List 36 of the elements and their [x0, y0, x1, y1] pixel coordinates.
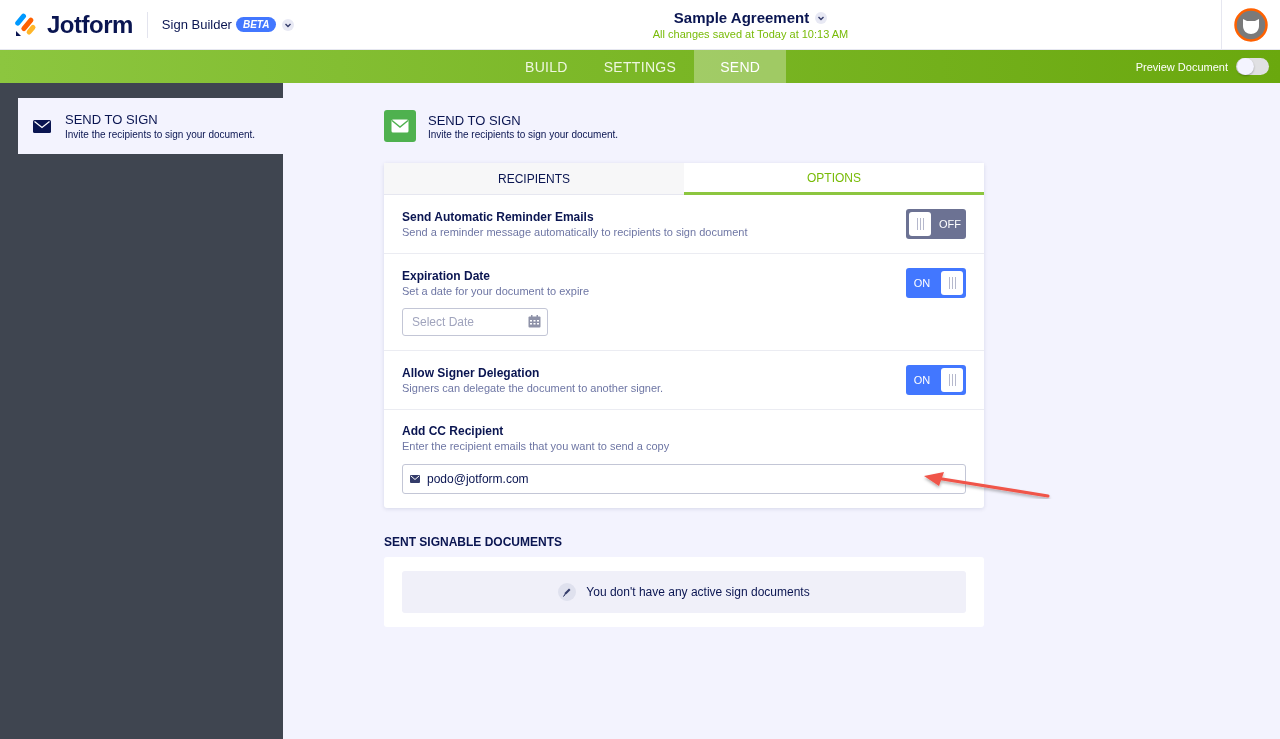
toggle-switch[interactable]: ON [906, 268, 966, 298]
sidebar-item-subtitle: Invite the recipients to sign your document. [65, 129, 256, 140]
section-subtitle: Invite the recipients to sign your document. [428, 128, 619, 140]
option-description: Signers can delegate the document to another signer. [402, 382, 664, 394]
option-description: Enter the recipient emails that you want to send a copy [402, 440, 670, 452]
panel-tab[interactable]: RECIPIENTS [384, 163, 684, 195]
section-heading: SENT SIGNABLE DOCUMENTS [384, 535, 562, 549]
calendar-icon[interactable] [528, 315, 541, 328]
date-field[interactable]: Select Date [402, 308, 548, 336]
panel-tab[interactable]: OPTIONS [684, 163, 984, 195]
chevron-down-icon[interactable] [815, 11, 828, 24]
option-title: Send Automatic Reminder Emails [402, 210, 595, 224]
avatar-icon[interactable] [1234, 7, 1268, 42]
pen-icon [558, 583, 577, 601]
chevron-down-icon[interactable] [282, 18, 295, 31]
option-description: Set a date for your document to expire [402, 285, 590, 297]
preview-label: Preview Document [1135, 60, 1228, 73]
preview-toggle[interactable] [1236, 58, 1269, 75]
toggle-switch[interactable]: ON [906, 365, 966, 395]
product-name[interactable]: Sign Builder [161, 17, 232, 32]
section-title: SEND TO SIGN [428, 112, 522, 128]
email-field[interactable]: podo@jotform.com [402, 464, 966, 494]
option-title: Expiration Date [402, 269, 492, 283]
document-title[interactable]: Sample Agreement [673, 9, 810, 26]
logo-wordmark[interactable]: Jotform [47, 10, 133, 39]
option-title: Add CC Recipient [402, 424, 505, 438]
option-title: Allow Signer Delegation [402, 366, 541, 380]
empty-message: You don't have any active sign documents [586, 585, 810, 599]
envelope-icon [33, 119, 51, 133]
envelope-icon [384, 110, 416, 142]
beta-badge: BETA [235, 17, 277, 32]
save-status: All changes saved at Today at 10:13 AM [652, 28, 849, 40]
sidebar-item-title: SEND TO SIGN [65, 112, 159, 127]
toggle-switch[interactable]: OFF [906, 209, 966, 239]
option-description: Send a reminder message automatically to recipients to sign document [402, 226, 748, 238]
sidebar-item[interactable]: SEND TO SIGN Invite the recipients to sign your document. [18, 98, 283, 154]
